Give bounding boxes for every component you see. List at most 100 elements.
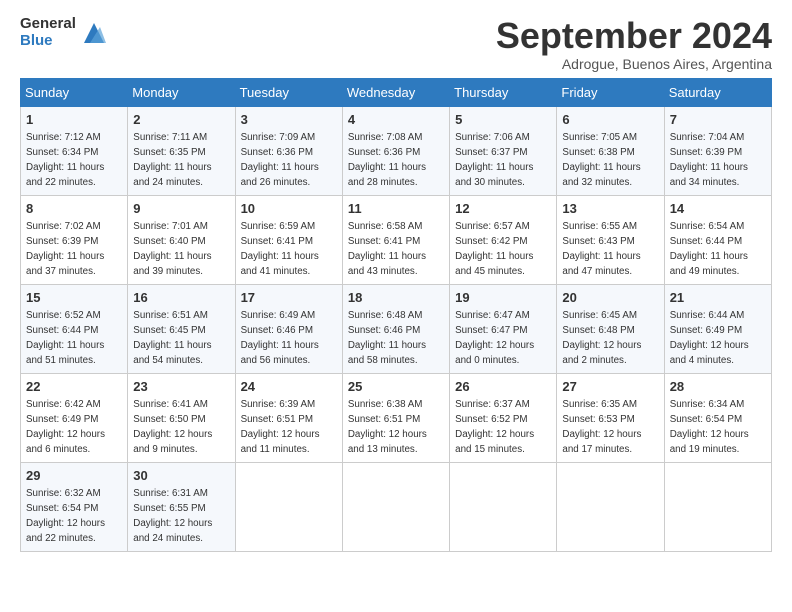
month-title: September 2024 <box>496 16 772 56</box>
logo-general: General <box>20 16 76 33</box>
day-info: Sunrise: 6:32 AMSunset: 6:54 PMDaylight:… <box>26 488 105 545</box>
calendar-cell: 18 Sunrise: 6:48 AMSunset: 6:46 PMDaylig… <box>342 284 449 373</box>
calendar-cell: 6 Sunrise: 7:05 AMSunset: 6:38 PMDayligh… <box>557 106 664 195</box>
day-info: Sunrise: 6:59 AMSunset: 6:41 PMDaylight:… <box>241 221 319 278</box>
day-info: Sunrise: 7:02 AMSunset: 6:39 PMDaylight:… <box>26 221 104 278</box>
calendar-cell <box>450 462 557 551</box>
calendar-cell: 19 Sunrise: 6:47 AMSunset: 6:47 PMDaylig… <box>450 284 557 373</box>
day-header-friday: Friday <box>557 78 664 106</box>
day-info: Sunrise: 7:11 AMSunset: 6:35 PMDaylight:… <box>133 132 211 189</box>
calendar-cell: 21 Sunrise: 6:44 AMSunset: 6:49 PMDaylig… <box>664 284 771 373</box>
day-number: 26 <box>455 378 551 396</box>
day-info: Sunrise: 6:55 AMSunset: 6:43 PMDaylight:… <box>562 221 640 278</box>
day-number: 29 <box>26 467 122 485</box>
calendar-cell: 14 Sunrise: 6:54 AMSunset: 6:44 PMDaylig… <box>664 195 771 284</box>
calendar-cell: 17 Sunrise: 6:49 AMSunset: 6:46 PMDaylig… <box>235 284 342 373</box>
calendar-cell: 13 Sunrise: 6:55 AMSunset: 6:43 PMDaylig… <box>557 195 664 284</box>
day-number: 28 <box>670 378 766 396</box>
day-number: 30 <box>133 467 229 485</box>
calendar-cell: 29 Sunrise: 6:32 AMSunset: 6:54 PMDaylig… <box>21 462 128 551</box>
calendar-header-row: SundayMondayTuesdayWednesdayThursdayFrid… <box>21 78 772 106</box>
day-number: 13 <box>562 200 658 218</box>
calendar-cell: 22 Sunrise: 6:42 AMSunset: 6:49 PMDaylig… <box>21 373 128 462</box>
day-info: Sunrise: 6:49 AMSunset: 6:46 PMDaylight:… <box>241 310 319 367</box>
day-number: 9 <box>133 200 229 218</box>
day-number: 12 <box>455 200 551 218</box>
calendar-cell <box>557 462 664 551</box>
calendar-cell: 28 Sunrise: 6:34 AMSunset: 6:54 PMDaylig… <box>664 373 771 462</box>
day-header-tuesday: Tuesday <box>235 78 342 106</box>
day-info: Sunrise: 7:06 AMSunset: 6:37 PMDaylight:… <box>455 132 533 189</box>
day-number: 10 <box>241 200 337 218</box>
calendar-cell <box>664 462 771 551</box>
day-number: 3 <box>241 111 337 129</box>
calendar-cell: 2 Sunrise: 7:11 AMSunset: 6:35 PMDayligh… <box>128 106 235 195</box>
day-info: Sunrise: 7:12 AMSunset: 6:34 PMDaylight:… <box>26 132 104 189</box>
day-info: Sunrise: 6:45 AMSunset: 6:48 PMDaylight:… <box>562 310 641 367</box>
calendar-cell <box>235 462 342 551</box>
calendar-cell: 23 Sunrise: 6:41 AMSunset: 6:50 PMDaylig… <box>128 373 235 462</box>
day-info: Sunrise: 7:08 AMSunset: 6:36 PMDaylight:… <box>348 132 426 189</box>
day-info: Sunrise: 6:48 AMSunset: 6:46 PMDaylight:… <box>348 310 426 367</box>
calendar-cell: 15 Sunrise: 6:52 AMSunset: 6:44 PMDaylig… <box>21 284 128 373</box>
day-number: 7 <box>670 111 766 129</box>
day-header-thursday: Thursday <box>450 78 557 106</box>
day-info: Sunrise: 7:05 AMSunset: 6:38 PMDaylight:… <box>562 132 640 189</box>
calendar-cell <box>342 462 449 551</box>
logo-icon <box>80 19 108 47</box>
calendar-cell: 27 Sunrise: 6:35 AMSunset: 6:53 PMDaylig… <box>557 373 664 462</box>
calendar-cell: 24 Sunrise: 6:39 AMSunset: 6:51 PMDaylig… <box>235 373 342 462</box>
day-number: 17 <box>241 289 337 307</box>
day-number: 27 <box>562 378 658 396</box>
day-number: 25 <box>348 378 444 396</box>
day-number: 14 <box>670 200 766 218</box>
day-number: 19 <box>455 289 551 307</box>
calendar-cell: 16 Sunrise: 6:51 AMSunset: 6:45 PMDaylig… <box>128 284 235 373</box>
day-info: Sunrise: 6:39 AMSunset: 6:51 PMDaylight:… <box>241 399 320 456</box>
day-info: Sunrise: 6:38 AMSunset: 6:51 PMDaylight:… <box>348 399 427 456</box>
calendar-cell: 12 Sunrise: 6:57 AMSunset: 6:42 PMDaylig… <box>450 195 557 284</box>
day-number: 1 <box>26 111 122 129</box>
calendar-cell: 25 Sunrise: 6:38 AMSunset: 6:51 PMDaylig… <box>342 373 449 462</box>
day-info: Sunrise: 7:04 AMSunset: 6:39 PMDaylight:… <box>670 132 748 189</box>
day-info: Sunrise: 6:57 AMSunset: 6:42 PMDaylight:… <box>455 221 533 278</box>
calendar-week-row: 15 Sunrise: 6:52 AMSunset: 6:44 PMDaylig… <box>21 284 772 373</box>
day-info: Sunrise: 6:35 AMSunset: 6:53 PMDaylight:… <box>562 399 641 456</box>
day-number: 15 <box>26 289 122 307</box>
day-info: Sunrise: 6:42 AMSunset: 6:49 PMDaylight:… <box>26 399 105 456</box>
day-header-sunday: Sunday <box>21 78 128 106</box>
calendar-cell: 10 Sunrise: 6:59 AMSunset: 6:41 PMDaylig… <box>235 195 342 284</box>
day-number: 18 <box>348 289 444 307</box>
day-info: Sunrise: 7:09 AMSunset: 6:36 PMDaylight:… <box>241 132 319 189</box>
day-info: Sunrise: 7:01 AMSunset: 6:40 PMDaylight:… <box>133 221 211 278</box>
calendar-cell: 26 Sunrise: 6:37 AMSunset: 6:52 PMDaylig… <box>450 373 557 462</box>
calendar-cell: 7 Sunrise: 7:04 AMSunset: 6:39 PMDayligh… <box>664 106 771 195</box>
calendar-week-row: 1 Sunrise: 7:12 AMSunset: 6:34 PMDayligh… <box>21 106 772 195</box>
calendar-week-row: 22 Sunrise: 6:42 AMSunset: 6:49 PMDaylig… <box>21 373 772 462</box>
location-subtitle: Adrogue, Buenos Aires, Argentina <box>496 56 772 72</box>
page-header: General Blue September 2024 Adrogue, Bue… <box>20 16 772 72</box>
day-number: 2 <box>133 111 229 129</box>
day-header-wednesday: Wednesday <box>342 78 449 106</box>
day-number: 16 <box>133 289 229 307</box>
calendar-cell: 20 Sunrise: 6:45 AMSunset: 6:48 PMDaylig… <box>557 284 664 373</box>
day-info: Sunrise: 6:51 AMSunset: 6:45 PMDaylight:… <box>133 310 211 367</box>
calendar-cell: 9 Sunrise: 7:01 AMSunset: 6:40 PMDayligh… <box>128 195 235 284</box>
day-number: 5 <box>455 111 551 129</box>
day-number: 21 <box>670 289 766 307</box>
day-info: Sunrise: 6:41 AMSunset: 6:50 PMDaylight:… <box>133 399 212 456</box>
day-number: 6 <box>562 111 658 129</box>
calendar-cell: 5 Sunrise: 7:06 AMSunset: 6:37 PMDayligh… <box>450 106 557 195</box>
day-number: 20 <box>562 289 658 307</box>
day-number: 24 <box>241 378 337 396</box>
day-number: 8 <box>26 200 122 218</box>
day-info: Sunrise: 6:34 AMSunset: 6:54 PMDaylight:… <box>670 399 749 456</box>
day-info: Sunrise: 6:54 AMSunset: 6:44 PMDaylight:… <box>670 221 748 278</box>
day-info: Sunrise: 6:44 AMSunset: 6:49 PMDaylight:… <box>670 310 749 367</box>
day-info: Sunrise: 6:31 AMSunset: 6:55 PMDaylight:… <box>133 488 212 545</box>
calendar-week-row: 29 Sunrise: 6:32 AMSunset: 6:54 PMDaylig… <box>21 462 772 551</box>
calendar-table: SundayMondayTuesdayWednesdayThursdayFrid… <box>20 78 772 552</box>
calendar-cell: 11 Sunrise: 6:58 AMSunset: 6:41 PMDaylig… <box>342 195 449 284</box>
day-info: Sunrise: 6:58 AMSunset: 6:41 PMDaylight:… <box>348 221 426 278</box>
day-number: 11 <box>348 200 444 218</box>
